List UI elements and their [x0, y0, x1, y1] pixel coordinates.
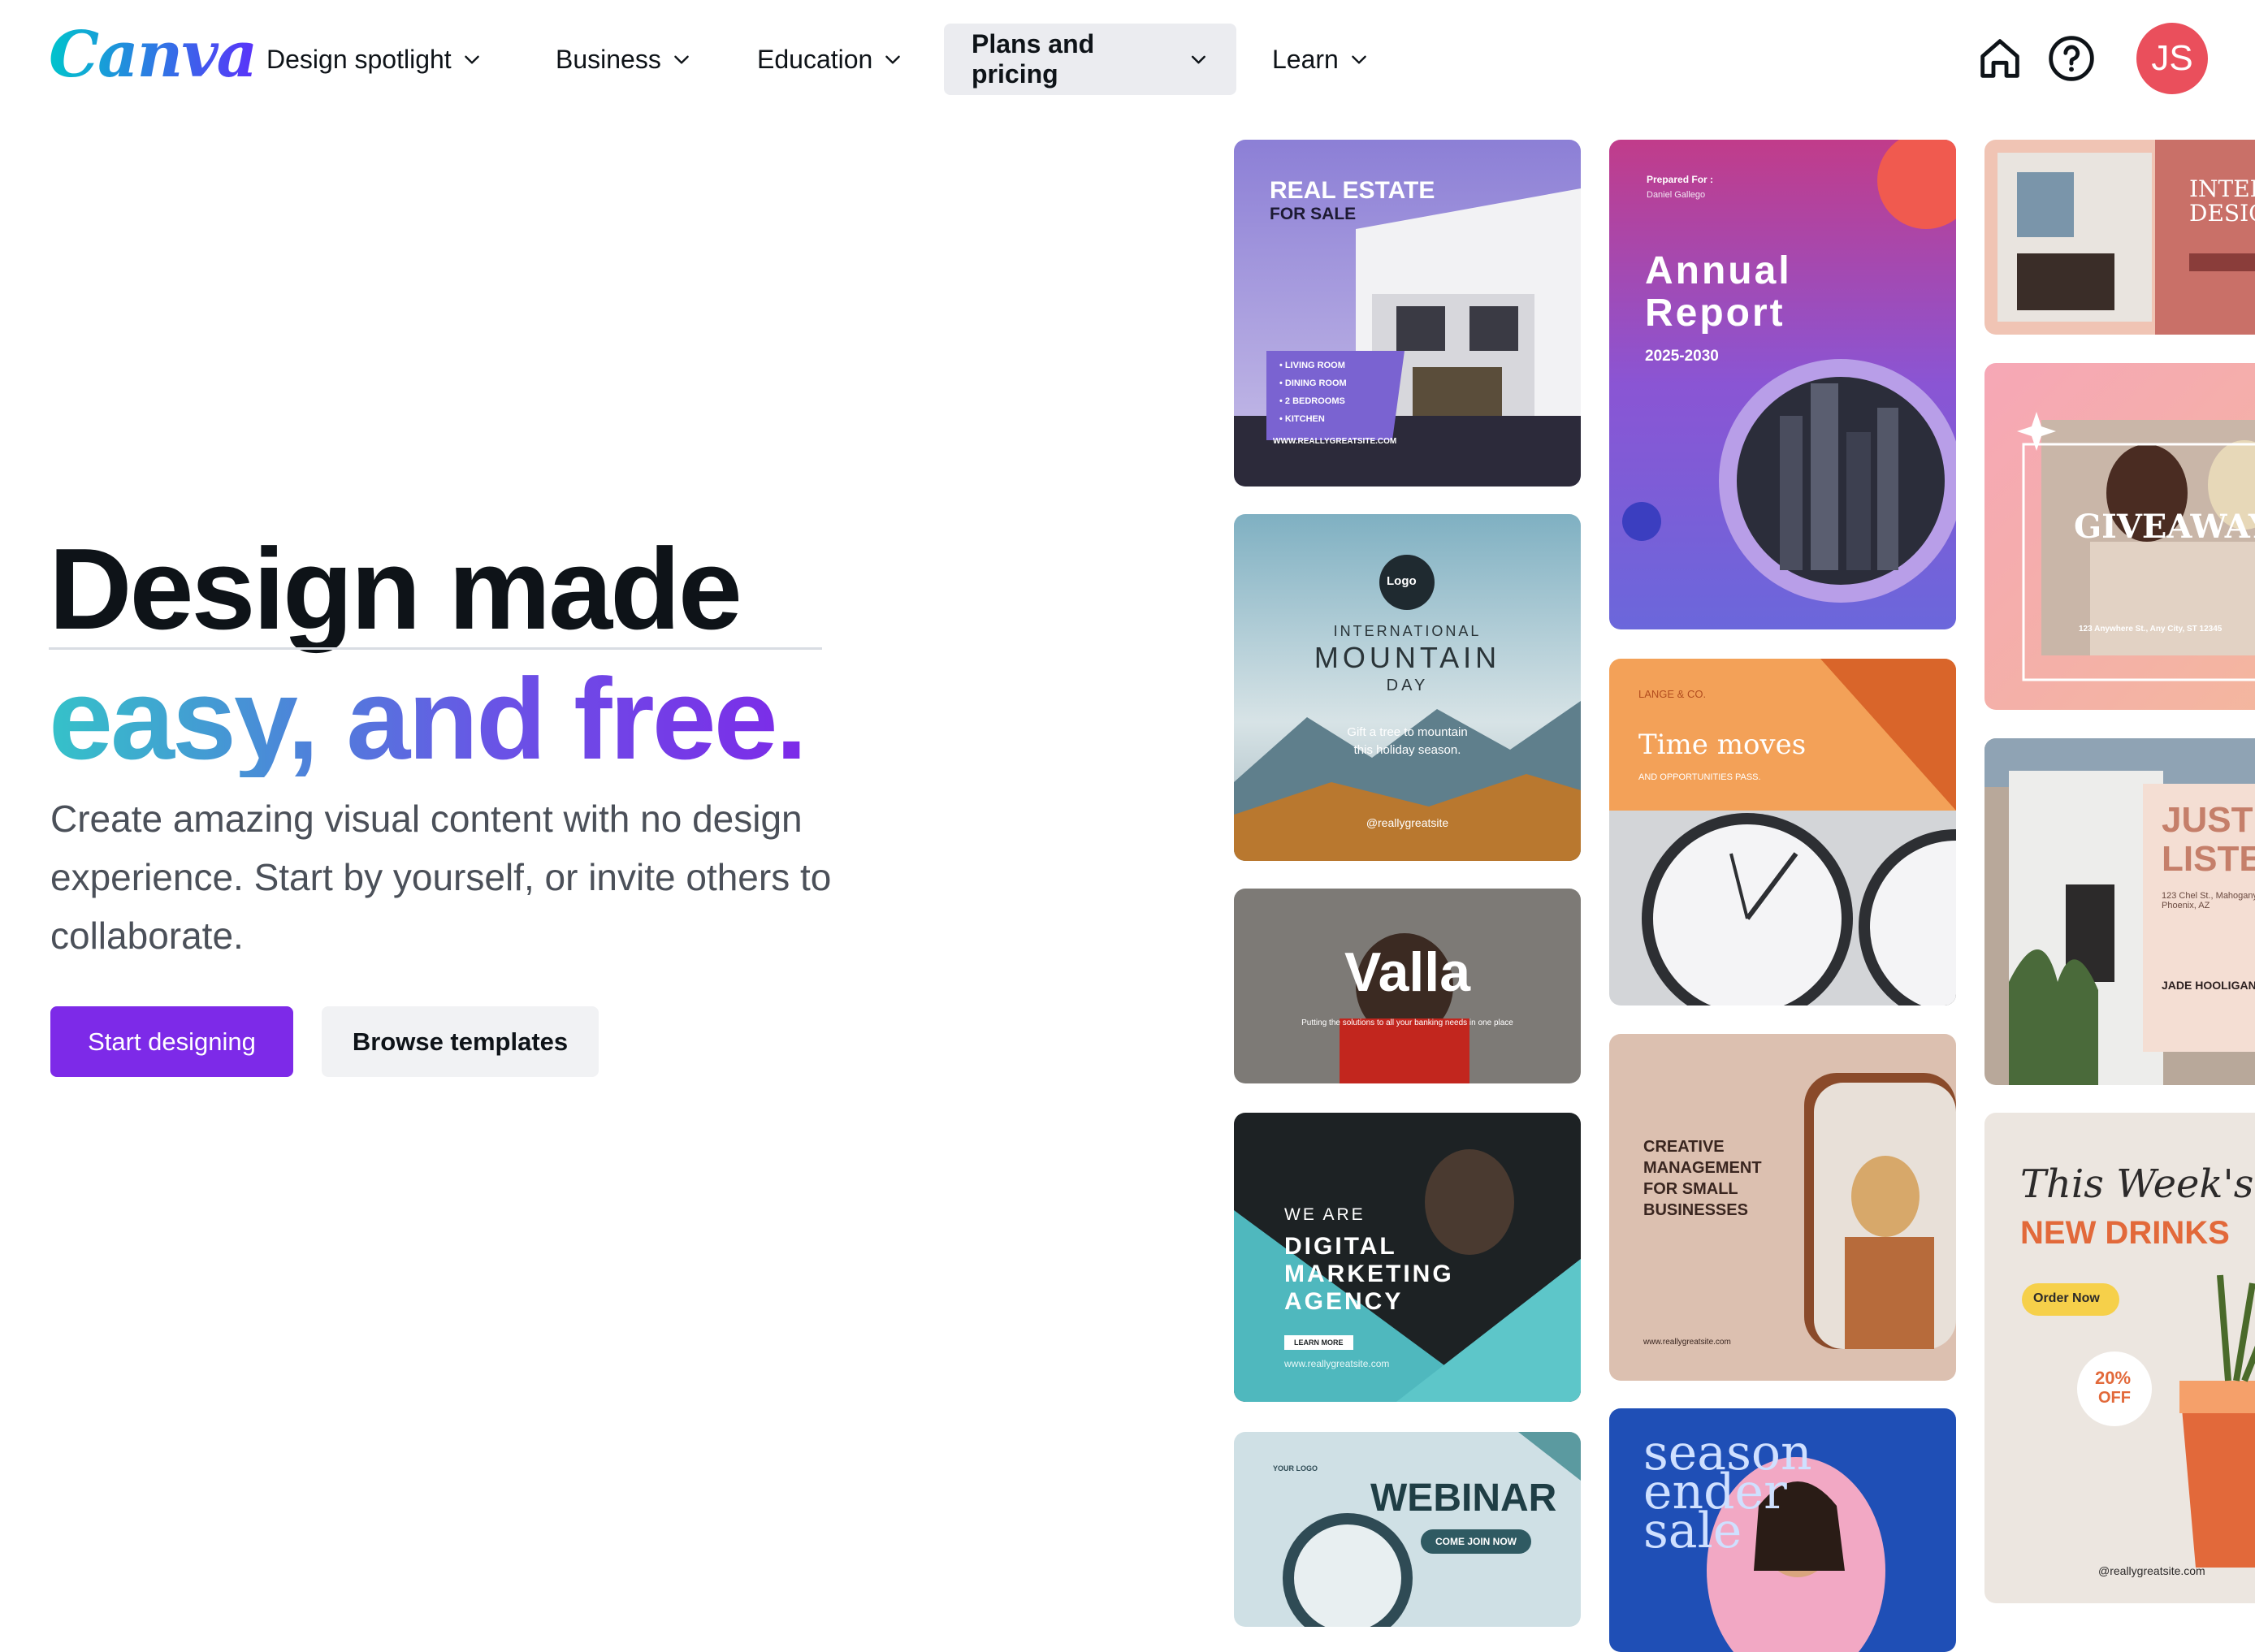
template-time-moves[interactable]: LANGE & CO. Time moves AND OPPORTUNITIES…	[1609, 659, 1956, 1005]
hero-subtitle: Create amazing visual content with no de…	[50, 798, 832, 957]
help-icon[interactable]	[2045, 32, 2097, 84]
template-url: www.reallygreatsite.com	[1643, 1338, 1731, 1347]
template-season-sale[interactable]: season ender sale	[1609, 1408, 1956, 1652]
template-title: NEW DRINKS	[2020, 1215, 2230, 1251]
nav-education[interactable]: Education	[729, 24, 931, 95]
template-badge: 20%	[2095, 1368, 2132, 1388]
template-listed-art	[1984, 738, 2255, 1085]
template-title: JUST	[2162, 800, 2253, 840]
template-handle: @reallygreatsite	[1366, 816, 1449, 829]
template-title: Report	[1645, 292, 1785, 335]
template-line: 123 Chel St., Mahogany Village, Phoenix,…	[2162, 891, 2255, 910]
top-navigation: Canva Design spotlight Business Educatio…	[0, 0, 2255, 122]
template-webinar[interactable]: YOUR LOGO WEBINAR COME JOIN NOW	[1234, 1432, 1581, 1627]
template-valla[interactable]: Valla Putting the solutions to all your …	[1234, 889, 1581, 1083]
nav-learn[interactable]: Learn	[1244, 24, 1397, 95]
template-title: MANAGEMENT	[1643, 1159, 1762, 1177]
template-interior-design[interactable]: INTER DESIG	[1984, 140, 2255, 335]
template-real-estate[interactable]: REAL ESTATE FOR SALE • LIVING ROOM • DIN…	[1234, 140, 1581, 487]
template-logo-text: Logo	[1387, 574, 1417, 588]
template-line: this holiday season.	[1353, 743, 1461, 757]
template-new-drinks[interactable]: This Week's NEW DRINKS Order Now 20% OFF…	[1984, 1113, 2255, 1603]
hero-divider	[49, 647, 822, 650]
chevron-down-icon	[1352, 55, 1366, 64]
template-title: REAL ESTATE	[1270, 177, 1435, 204]
template-title: INTER	[2189, 175, 2255, 202]
template-giveaway[interactable]: GIVEAWAY 123 Anywhere St., Any City, ST …	[1984, 363, 2255, 710]
nav-label: Plans and pricing	[972, 29, 1095, 89]
chevron-down-icon	[1192, 55, 1206, 64]
chevron-down-icon	[464, 55, 479, 64]
template-bullet: • LIVING ROOM	[1279, 361, 1345, 370]
template-interior-art	[1984, 140, 2255, 335]
template-title: FOR SMALL	[1643, 1180, 1738, 1198]
nav-plans-and-pricing[interactable]: Plans and pricing	[944, 24, 1236, 95]
template-subtitle: AND OPPORTUNITIES PASS.	[1638, 772, 1761, 782]
template-title: GIVEAWAY	[2074, 508, 2255, 546]
template-line: Gift a tree to mountain	[1347, 725, 1468, 739]
template-bullet: • DINING ROOM	[1279, 378, 1347, 388]
template-title: MARKETING	[1284, 1261, 1454, 1287]
template-title: DESIG	[2189, 200, 2255, 227]
nav-business[interactable]: Business	[528, 24, 720, 95]
template-brand: LANGE & CO.	[1638, 688, 1707, 700]
template-line: DAY	[1386, 677, 1429, 694]
chevron-down-icon	[885, 55, 901, 64]
user-avatar[interactable]: JS	[2136, 23, 2208, 94]
template-url: www.reallygreatsite.com	[1284, 1358, 1390, 1369]
home-icon[interactable]	[1974, 32, 2026, 84]
template-webinar-art	[1234, 1432, 1581, 1627]
template-bullet: • 2 BEDROOMS	[1279, 396, 1345, 406]
template-line: Daniel Gallego	[1647, 190, 1706, 200]
template-title: LISTE	[2162, 839, 2255, 879]
template-just-listed[interactable]: JUST LISTE 123 Chel St., Mahogany Villag…	[1984, 738, 2255, 1085]
template-line: INTERNATIONAL	[1333, 623, 1482, 639]
template-digital-agency[interactable]: WE ARE DIGITAL MARKETING AGENCY LEARN MO…	[1234, 1113, 1581, 1402]
template-creative-management[interactable]: CREATIVE MANAGEMENT FOR SMALL BUSINESSES…	[1609, 1034, 1956, 1381]
nav-label: Design spotlight	[266, 44, 452, 74]
template-title: AGENCY	[1284, 1288, 1404, 1315]
template-title: CREATIVE	[1643, 1138, 1725, 1156]
template-time-art	[1609, 659, 1956, 1005]
template-title: Valla	[1344, 941, 1471, 1003]
template-line: Prepared For :	[1647, 174, 1714, 185]
template-subtitle: Putting the solutions to all your bankin…	[1301, 1018, 1513, 1027]
canva-logo[interactable]: Canva	[49, 18, 258, 92]
nav-label: Education	[757, 44, 873, 74]
template-annual-report[interactable]: Prepared For : Daniel Gallego Annual Rep…	[1609, 140, 1956, 629]
template-title: This Week's	[2020, 1161, 2254, 1207]
template-title: WEBINAR	[1370, 1477, 1557, 1520]
template-line: 2025-2030	[1645, 348, 1719, 365]
template-line: 123 Anywhere St., Any City, ST 12345	[2079, 625, 2223, 634]
template-badge: OFF	[2098, 1389, 2131, 1407]
hero-title-line2: easy, and free.	[49, 655, 807, 784]
hero-title-line1: Design made	[49, 525, 742, 654]
template-title: BUSINESSES	[1643, 1201, 1748, 1219]
template-line: JADE HOOLIGAN	[2162, 979, 2255, 992]
browse-templates-button[interactable]: Browse templates	[322, 1006, 599, 1077]
start-designing-button[interactable]: Start designing	[50, 1006, 293, 1077]
template-button: LEARN MORE	[1284, 1335, 1353, 1350]
template-button: COME JOIN NOW	[1421, 1529, 1532, 1554]
template-url: WWW.REALLYGREATSITE.COM	[1273, 437, 1397, 446]
template-mountain-day[interactable]: Logo INTERNATIONAL MOUNTAIN DAY Gift a t…	[1234, 514, 1581, 861]
template-bullet: • KITCHEN	[1279, 414, 1325, 424]
nav-label: Learn	[1272, 44, 1339, 74]
template-subtitle: FOR SALE	[1270, 205, 1357, 223]
nav-label: Business	[556, 44, 661, 74]
template-title: sale	[1643, 1503, 1742, 1559]
template-title: MOUNTAIN	[1314, 641, 1501, 674]
template-title: DIGITAL	[1284, 1233, 1397, 1260]
template-logo-text: YOUR LOGO	[1273, 1464, 1318, 1473]
template-line: WE ARE	[1284, 1205, 1366, 1224]
template-handle: @reallygreatsite.com	[2098, 1564, 2205, 1577]
template-button: Order Now	[2033, 1291, 2100, 1305]
chevron-down-icon	[674, 55, 689, 64]
template-title: Annual	[1645, 249, 1792, 292]
template-annual-art	[1609, 140, 1956, 629]
nav-design-spotlight[interactable]: Design spotlight	[239, 24, 510, 95]
template-title: Time moves	[1638, 729, 1807, 761]
